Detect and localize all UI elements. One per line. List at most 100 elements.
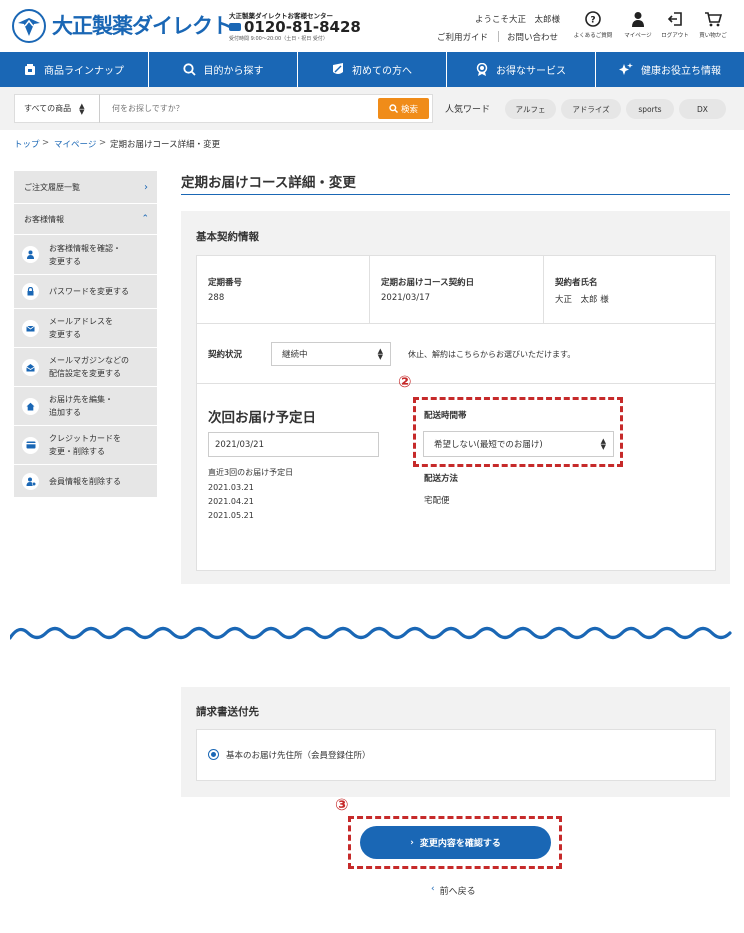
card-icon	[22, 436, 39, 454]
wave-divider	[10, 626, 732, 640]
recent-delivery-date: 2021.03.21	[208, 483, 254, 492]
contract-status-select[interactable]: 継続中 ▲ ▼	[271, 342, 391, 366]
site-logo[interactable]: 大正製薬ダイレクト	[52, 10, 233, 40]
nav-health-info-label: 健康お役立ち情報	[641, 66, 721, 77]
nav-services-label: お得なサービス	[496, 66, 566, 77]
sidebar-item-label: 変更・削除する	[49, 447, 105, 456]
sidebar-item-delete-account[interactable]: 会員情報を削除する	[14, 465, 157, 497]
popular-keywords-label: 人気ワード	[445, 105, 491, 115]
updown-icon: ▲ ▼	[600, 437, 606, 451]
sidebar-item-label: 変更する	[49, 256, 81, 266]
sidebar-item-label: メールアドレスを	[49, 317, 113, 326]
sidebar-item-label: 配信設定を変更する	[49, 369, 121, 378]
chevron-up-icon: ⌃	[141, 213, 149, 224]
sidebar-order-history-label: ご注文履歴一覧	[24, 182, 80, 192]
sidebar-item-label: 変更する	[49, 330, 81, 339]
search-button[interactable]: 検索	[378, 98, 429, 119]
breadcrumb-mypage[interactable]: マイページ	[54, 138, 96, 150]
sparkle-icon	[619, 63, 633, 75]
updown-icon: ▲ ▼	[79, 101, 85, 116]
billing-radio[interactable]	[208, 749, 219, 760]
billing-heading: 請求書送付先	[196, 706, 259, 718]
logout-icon	[667, 12, 682, 26]
title-underline	[181, 194, 730, 195]
call-center-hours: 受付時間 9:00〜20:00（土日・祝日 受付）	[229, 36, 328, 42]
user-icon	[22, 246, 39, 263]
header-separator	[498, 31, 499, 42]
lock-icon	[22, 283, 39, 300]
next-delivery-heading: 次回お届け予定日	[208, 410, 316, 426]
svg-text:?: ?	[590, 16, 595, 26]
breadcrumb-top[interactable]: トップ	[14, 138, 40, 150]
sidebar-item-label: クレジットカードを	[49, 434, 121, 443]
contract-name-value: 大正 太郎 様	[555, 295, 609, 305]
sidebar-item-password[interactable]: パスワードを変更する	[14, 275, 157, 308]
sidebar-item-email[interactable]: メールアドレスを 変更する	[14, 309, 157, 347]
nav-services[interactable]: お得なサービス	[447, 52, 596, 87]
page-title: 定期お届けコース詳細・変更	[181, 175, 356, 191]
sidebar-item-newsletter[interactable]: メールマガジンなどの 配信設定を変更する	[14, 348, 157, 386]
welcome-message: ようこそ大正 太郎様	[475, 15, 561, 25]
delivery-time-value: 希望しない(最短でのお届け)	[434, 440, 543, 450]
contract-number-value: 288	[208, 293, 225, 303]
freedial-icon	[229, 23, 241, 31]
chevron-right-icon: ›	[410, 837, 414, 848]
delivery-time-select[interactable]: 希望しない(最短でのお届け) ▲ ▼	[423, 431, 614, 457]
keyword-chip[interactable]: sports	[626, 99, 674, 119]
faq-button[interactable]: ? よくあるご質問	[570, 11, 616, 39]
row-divider	[197, 383, 715, 384]
contract-number-label: 定期番号	[208, 278, 243, 288]
sidebar-item-label: メールマガジンなどの	[49, 356, 129, 365]
back-link[interactable]: ‹ 前へ戻る	[431, 884, 476, 897]
next-delivery-date-value: 2021/03/21	[215, 439, 264, 450]
contact-link[interactable]: お問い合わせ	[507, 31, 558, 43]
contract-status-value: 継続中	[282, 350, 308, 360]
recent-delivery-date: 2021.05.21	[208, 511, 254, 520]
sidebar-item-profile[interactable]: お客様情報を確認・ 変更する	[14, 235, 157, 274]
contract-heading: 基本契約情報	[196, 231, 259, 243]
contract-date-value: 2021/03/17	[381, 293, 430, 303]
cart-button[interactable]: 買い物かご	[690, 11, 736, 39]
sidebar-item-label: パスワードを変更する	[49, 287, 129, 296]
keyword-chip[interactable]: アルフェ	[505, 99, 556, 119]
billing-option-label: 基本のお届け先住所（会員登録住所）	[226, 751, 371, 761]
annotation-marker-3: ③	[335, 795, 349, 814]
sidebar-order-history[interactable]: ご注文履歴一覧 ›	[14, 171, 157, 203]
cart-icon	[705, 12, 722, 27]
nav-beginners-label: 初めての方へ	[352, 66, 412, 77]
contract-name-label: 契約者氏名	[555, 278, 598, 288]
sidebar-item-label: お客様情報を確認・	[49, 243, 121, 253]
mail-open-icon	[22, 358, 39, 376]
product-icon	[25, 64, 35, 75]
breadcrumb-separator: >	[99, 138, 107, 148]
nav-purpose[interactable]: 目的から探す	[149, 52, 298, 87]
leaf-icon	[333, 63, 343, 74]
sidebar-item-label: 会員情報を削除する	[49, 476, 121, 486]
eagle-logo-icon[interactable]	[12, 9, 46, 43]
guide-link[interactable]: ご利用ガイド	[437, 31, 488, 43]
next-delivery-date-input[interactable]: 2021/03/21	[208, 432, 379, 457]
back-link-label: 前へ戻る	[439, 887, 476, 897]
recent-deliveries-label: 直近3回のお届け予定日	[208, 468, 294, 477]
annotation-marker-2: ②	[398, 372, 412, 391]
search-button-label: 検索	[400, 104, 418, 115]
sidebar-item-addresses[interactable]: お届け先を編集・ 追加する	[14, 387, 157, 425]
question-icon: ?	[585, 11, 601, 27]
keyword-chip[interactable]: DX	[679, 99, 726, 119]
confirm-changes-button[interactable]: › 変更内容を確認する	[360, 826, 551, 859]
delivery-method-label: 配送方法	[424, 474, 459, 484]
row-divider	[197, 323, 715, 324]
sidebar-customer-info[interactable]: お客様情報 ⌃	[14, 204, 157, 234]
breadcrumb-separator: >	[42, 138, 50, 148]
sidebar-item-credit-card[interactable]: クレジットカードを 変更・削除する	[14, 426, 157, 464]
cart-label: 買い物かご	[699, 33, 727, 39]
sidebar-item-label: 追加する	[49, 408, 81, 417]
nav-beginners[interactable]: 初めての方へ	[298, 52, 447, 87]
nav-health-info[interactable]: 健康お役立ち情報	[596, 52, 744, 87]
contract-date-label: 定期お届けコース契約日	[381, 278, 475, 288]
category-select[interactable]: すべての商品 ▲ ▼	[14, 94, 100, 123]
keyword-chip[interactable]: アドライズ	[561, 99, 621, 119]
nav-products[interactable]: 商品ラインナップ	[0, 52, 149, 87]
updown-icon: ▲ ▼	[377, 347, 383, 361]
mail-icon	[22, 319, 39, 337]
